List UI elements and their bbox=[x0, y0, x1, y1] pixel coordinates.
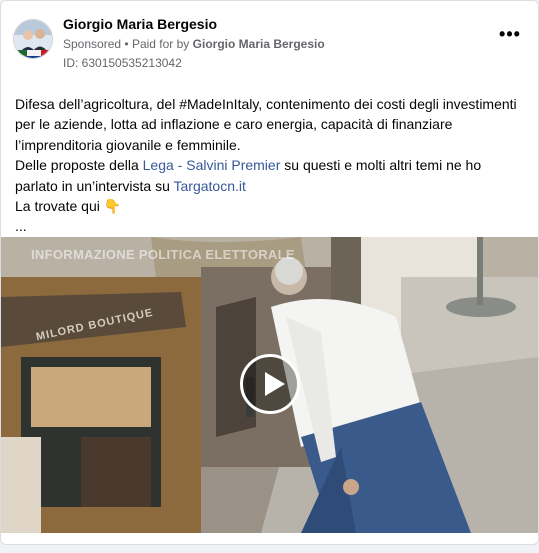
lega-link[interactable]: Lega - Salvini Premier bbox=[143, 157, 281, 173]
sponsored-label[interactable]: Sponsored bbox=[63, 37, 121, 51]
sponsored-line: Sponsored • Paid for by Giorgio Maria Be… bbox=[63, 37, 325, 51]
ad-post-card: Giorgio Maria Bergesio Sponsored • Paid … bbox=[0, 0, 539, 545]
author-avatar[interactable] bbox=[13, 19, 53, 59]
avatar-image bbox=[14, 20, 52, 58]
video-thumbnail[interactable]: INFORMAZIONE POLITICA ELETTORALE MILORD … bbox=[1, 237, 538, 533]
political-info-overlay: INFORMAZIONE POLITICA ELETTORALE bbox=[31, 247, 295, 262]
more-options-icon[interactable]: ••• bbox=[498, 25, 522, 45]
paid-for-prefix: Paid for by bbox=[131, 37, 190, 51]
body-paragraph-1: Difesa dell’agricoltura, del #MadeInItal… bbox=[15, 96, 517, 153]
separator-dot: • bbox=[124, 37, 129, 51]
post-header: Giorgio Maria Bergesio Sponsored • Paid … bbox=[13, 15, 526, 75]
paid-for-name: Giorgio Maria Bergesio bbox=[192, 37, 325, 51]
author-name[interactable]: Giorgio Maria Bergesio bbox=[63, 16, 217, 32]
play-icon[interactable] bbox=[240, 354, 300, 414]
body-paragraph-2-prefix: Delle proposte della bbox=[15, 157, 143, 174]
post-body: Difesa dell’agricoltura, del #MadeInItal… bbox=[15, 94, 527, 237]
targatocn-link[interactable]: Targatocn.it bbox=[174, 178, 246, 194]
ad-id: ID: 630150535213042 bbox=[63, 56, 182, 70]
see-more-ellipsis[interactable]: ... bbox=[15, 218, 27, 234]
body-paragraph-3: La trovate qui 👇 bbox=[15, 198, 122, 215]
